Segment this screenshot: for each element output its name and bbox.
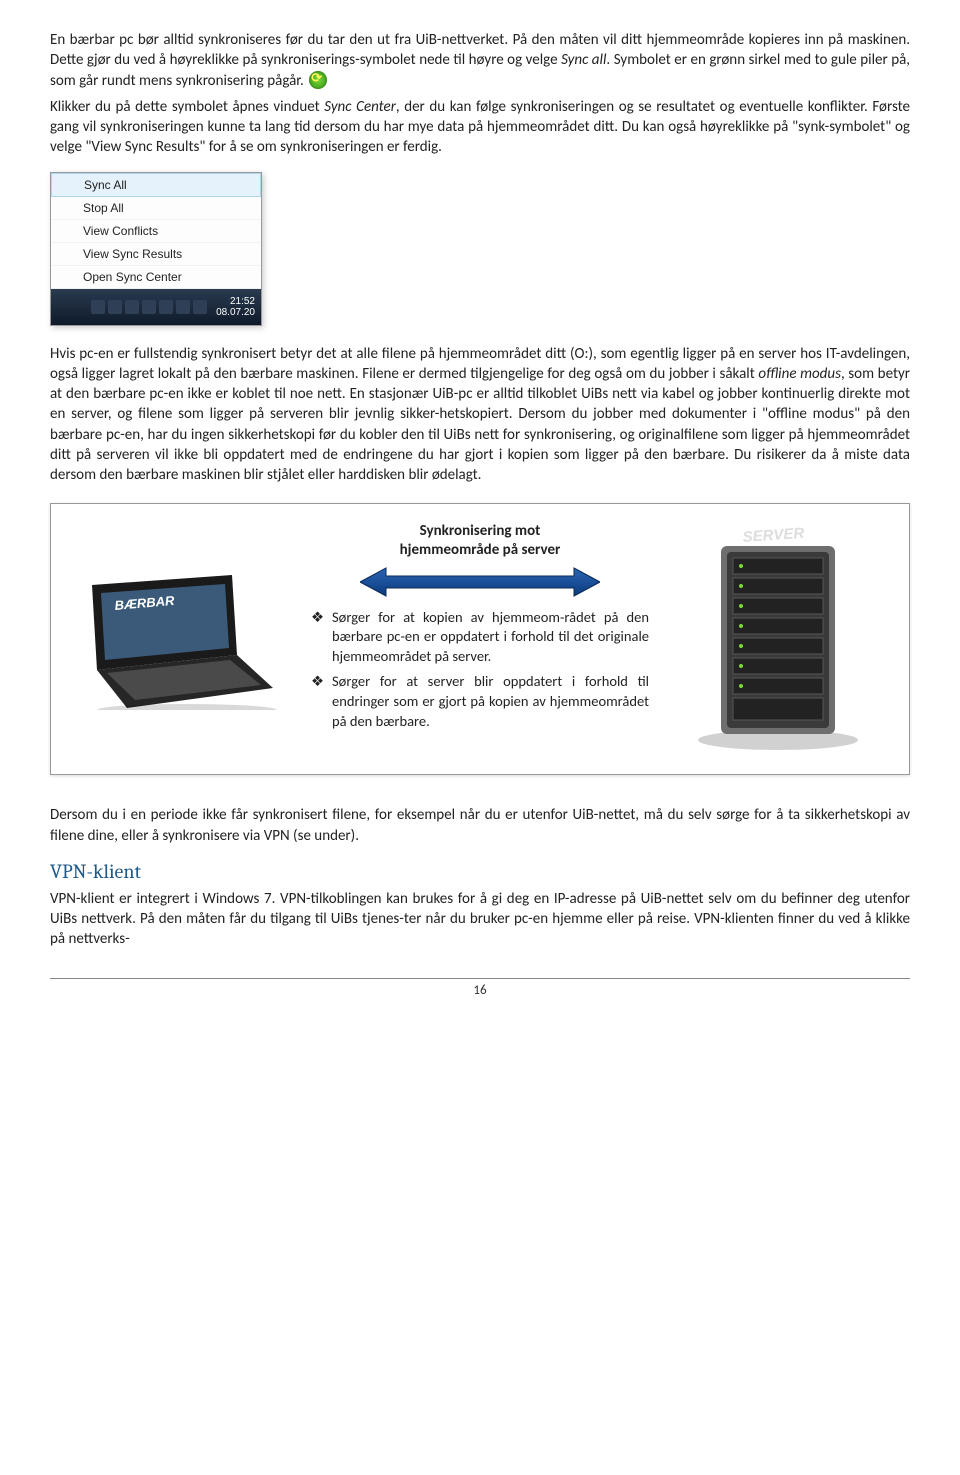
paragraph-1: En bærbar pc bør alltid synkroniseres fø… [50, 30, 910, 91]
p2-italic: Sync Center [324, 98, 396, 116]
menu-item-sync-all: Sync All [51, 173, 261, 197]
menu-item-stop-all: Stop All [51, 197, 261, 220]
menu-item-open-sync-center: Open Sync Center [51, 266, 261, 289]
heading-vpn: VPN-klient [50, 860, 910, 883]
paragraph-5: VPN-klient er integrert i Windows 7. VPN… [50, 889, 910, 950]
tray-icon [108, 300, 122, 314]
sync-diagram: BÆRBAR BÆRBAR Synkronisering mot hjemmeo… [50, 503, 910, 775]
paragraph-3: Hvis pc-en er fullstendig synkronisert b… [50, 344, 910, 486]
diagram-title-line2: hjemmeområde på server [400, 541, 561, 559]
p1-italic: Sync all [561, 51, 606, 69]
laptop-illustration: BÆRBAR BÆRBAR [77, 522, 287, 715]
tray-icon [193, 300, 207, 314]
bullet-1: Sørger for at kopien av hjemmeom-rådet p… [311, 608, 649, 667]
paragraph-4: Dersom du i en periode ikke får synkroni… [50, 805, 910, 846]
server-label-text: SERVER [742, 525, 805, 546]
diagram-title-line1: Synkronisering mot [420, 522, 541, 540]
double-arrow-icon [360, 566, 600, 598]
tray-icon [142, 300, 156, 314]
p3-italic: offline modus [758, 365, 841, 383]
tray-icon [176, 300, 190, 314]
page-footer: 16 [50, 978, 910, 998]
p2-part-a: Klikker du på dette symbolet åpnes vindu… [50, 98, 324, 116]
diagram-bullets: Sørger for at kopien av hjemmeom-rådet p… [311, 608, 649, 731]
menu-item-view-conflicts: View Conflicts [51, 220, 261, 243]
tray-icon [91, 300, 105, 314]
tray-icon [125, 300, 139, 314]
taskbar-tray: 21:52 08.07.20 [51, 289, 261, 325]
tray-icon [159, 300, 173, 314]
page-number: 16 [473, 983, 486, 998]
paragraph-2: Klikker du på dette symbolet åpnes vindu… [50, 97, 910, 158]
clock-time: 21:52 [216, 296, 255, 307]
diagram-title: Synkronisering mot hjemmeområde på serve… [311, 522, 649, 560]
diagram-middle: Synkronisering mot hjemmeområde på serve… [311, 522, 649, 737]
bullet-2: Sørger for at server blir oppdatert i fo… [311, 672, 649, 731]
clock-date: 08.07.20 [216, 307, 255, 318]
menu-item-view-sync-results: View Sync Results [51, 243, 261, 266]
tray-clock: 21:52 08.07.20 [210, 296, 257, 318]
sync-icon [309, 71, 327, 89]
server-illustration: SERVER [673, 522, 883, 752]
context-menu-screenshot: Sync All Stop All View Conflicts View Sy… [50, 172, 262, 326]
